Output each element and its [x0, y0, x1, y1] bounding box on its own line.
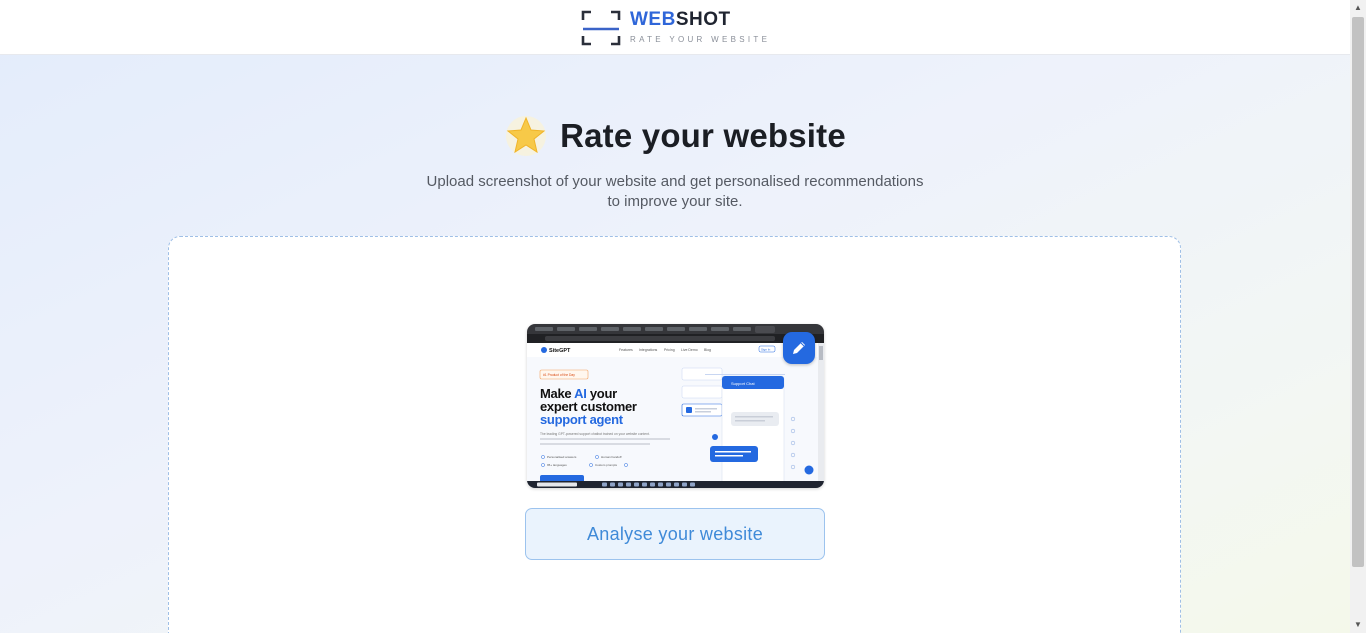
star-icon [504, 114, 548, 158]
page-subtitle: Upload screenshot of your website and ge… [426, 173, 924, 210]
scroll-down-arrow-icon[interactable]: ▼ [1350, 617, 1366, 633]
preview-sign-in: Sign In [761, 348, 771, 352]
viewfinder-icon [581, 10, 621, 46]
edit-screenshot-button[interactable] [783, 332, 815, 364]
brand-name-web: WEB [630, 9, 676, 30]
hero-title-row: Rate your website [0, 111, 1350, 161]
upload-dropzone[interactable]: SiteGPT Features Integrations Pricing Li… [168, 236, 1181, 633]
preview-feature: Human handoff [601, 455, 622, 459]
preview-chat-title: Support Chat [731, 381, 755, 386]
preview-feature: Personalised answers [547, 455, 577, 459]
pencil-icon [793, 342, 805, 354]
preview-feature: 95+ languages [547, 463, 567, 467]
preview-feature: Custom prompts [595, 463, 618, 467]
analyse-website-button[interactable]: Analyse your website [525, 508, 825, 560]
scroll-up-arrow-icon[interactable]: ▲ [1350, 0, 1366, 16]
page-scrollbar[interactable]: ▲ ▼ [1350, 0, 1366, 633]
brand-name-shot: SHOT [675, 9, 731, 30]
brand-tagline: RATE YOUR WEBSITE [630, 35, 771, 44]
preview-nav-item: Blog [704, 348, 711, 352]
preview-nav-item: Integrations [639, 348, 658, 352]
preview-nav-item: Live Demo [681, 348, 698, 352]
preview-nav-item: Pricing [664, 348, 675, 352]
preview-nav-item: Features [619, 348, 633, 352]
page-title: Rate your website [560, 117, 846, 154]
uploaded-screenshot-preview: SiteGPT Features Integrations Pricing Li… [527, 324, 824, 488]
preview-badge: #1 Product of the Day [543, 373, 575, 377]
preview-site-name: SiteGPT [549, 348, 571, 354]
preview-description: The leading GPT-powered support chatbot … [540, 432, 650, 436]
logo[interactable]: WEBSHOT RATE YOUR WEBSITE [581, 10, 770, 46]
brand-name: WEBSHOT [630, 10, 770, 30]
scrollbar-thumb[interactable] [1352, 17, 1364, 567]
top-header: WEBSHOT RATE YOUR WEBSITE [0, 0, 1350, 55]
preview-headline-line: support agent [540, 412, 624, 427]
